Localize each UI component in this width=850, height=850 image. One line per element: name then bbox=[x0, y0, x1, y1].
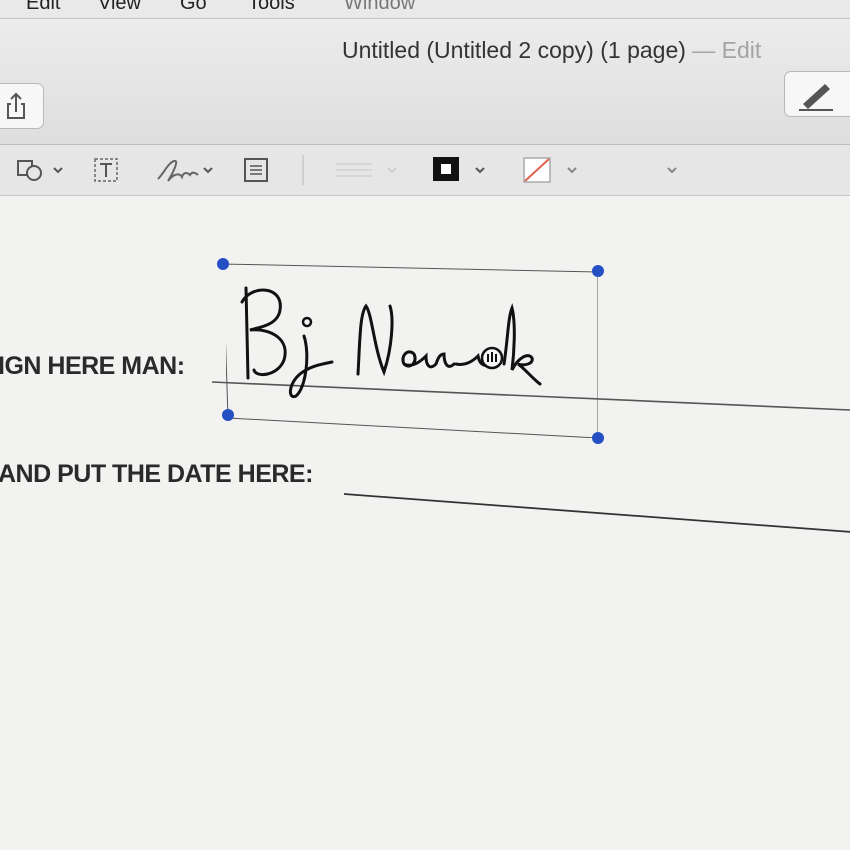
border-color-icon[interactable] bbox=[432, 155, 494, 185]
markup-toolbar-button[interactable] bbox=[784, 71, 850, 117]
toolbar-separator bbox=[302, 155, 304, 185]
fill-color-icon[interactable] bbox=[522, 155, 584, 185]
sign-label: IGN HERE MAN: bbox=[0, 352, 185, 380]
sign-icon[interactable] bbox=[154, 155, 218, 185]
window-title-main: Untitled (Untitled 2 copy) (1 page) bbox=[342, 37, 686, 63]
note-icon[interactable] bbox=[242, 155, 270, 185]
shapes-icon[interactable] bbox=[14, 155, 68, 185]
menu-view[interactable]: View bbox=[98, 0, 141, 15]
resize-handle-bottom-left[interactable] bbox=[222, 409, 234, 421]
text-icon[interactable] bbox=[92, 155, 122, 185]
align-icon[interactable] bbox=[330, 155, 402, 185]
menu-edit[interactable]: Edit bbox=[26, 0, 60, 15]
menu-tools[interactable]: Tools bbox=[248, 0, 295, 15]
resize-handle-top-left[interactable] bbox=[217, 258, 229, 270]
window-title: Untitled (Untitled 2 copy) (1 page) — Ed… bbox=[342, 37, 761, 64]
menu-bar: Edit View Go Tools Window bbox=[0, 0, 850, 19]
date-label: AND PUT THE DATE HERE: bbox=[0, 460, 313, 488]
markup-toolbar bbox=[0, 145, 850, 196]
share-button[interactable] bbox=[0, 83, 44, 129]
window-title-suffix: — Edit bbox=[692, 37, 762, 63]
resize-handle-top-right[interactable] bbox=[592, 265, 604, 277]
resize-handle-bottom-right[interactable] bbox=[592, 432, 604, 444]
share-icon bbox=[7, 92, 25, 119]
menu-go[interactable]: Go bbox=[180, 0, 207, 15]
signature-drawing bbox=[240, 286, 542, 399]
title-bar: Untitled (Untitled 2 copy) (1 page) — Ed… bbox=[0, 19, 850, 145]
menu-window[interactable]: Window bbox=[344, 0, 415, 15]
date-line[interactable] bbox=[342, 490, 850, 540]
pen-icon bbox=[799, 84, 833, 111]
font-icon[interactable] bbox=[662, 155, 686, 185]
